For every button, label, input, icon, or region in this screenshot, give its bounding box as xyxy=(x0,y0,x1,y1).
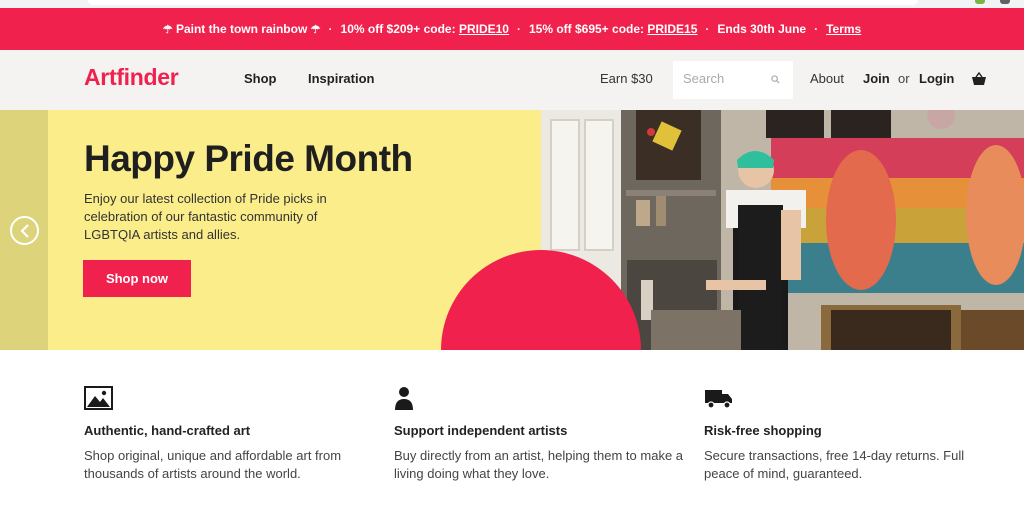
feature-text: Buy directly from an artist, helping the… xyxy=(394,448,684,481)
promo-rainbow-text: Paint the town rainbow xyxy=(175,22,308,36)
promo-separator: · xyxy=(814,22,819,36)
search-placeholder: Search xyxy=(683,71,725,86)
address-bar[interactable] xyxy=(88,0,918,5)
feature-text: Shop original, unique and affordable art… xyxy=(84,448,342,481)
feature-title: Risk-free shopping xyxy=(704,423,822,438)
truck-icon xyxy=(705,390,732,409)
promo-offer-1: 10% off $209+ code: PRIDE10 xyxy=(341,22,509,36)
artfinder-logo[interactable]: Artfinder xyxy=(84,64,179,91)
promo-offer-2: 15% off $695+ code: PRIDE15 xyxy=(529,22,697,36)
main-nav: Artfinder Shop Inspiration Earn $30 Sear… xyxy=(0,50,1024,110)
promo-ends: Ends 30th June xyxy=(717,22,807,36)
login-link[interactable]: Login xyxy=(919,71,954,86)
promo-terms-link[interactable]: Terms xyxy=(826,22,861,36)
image-icon xyxy=(84,386,113,410)
hero-banner: Happy Pride Month Enjoy our latest colle… xyxy=(0,110,1024,350)
or-text: or xyxy=(898,71,910,86)
about-link[interactable]: About xyxy=(810,71,844,86)
earn-link[interactable]: Earn $30 xyxy=(600,71,653,86)
promo-offer-1-prefix: 10% off $209+ code: xyxy=(340,22,456,36)
feature-title: Authentic, hand-crafted art xyxy=(84,423,251,438)
promo-code-pride15[interactable]: PRIDE15 xyxy=(647,22,697,36)
chevron-left-icon xyxy=(20,224,29,238)
feature-text: Secure transactions, free 14-day returns… xyxy=(704,448,965,481)
nav-link-inspiration[interactable]: Inspiration xyxy=(308,71,374,86)
join-link[interactable]: Join xyxy=(863,71,890,86)
basket-icon[interactable] xyxy=(971,72,987,86)
person-icon xyxy=(395,387,413,410)
promo-separator: · xyxy=(705,22,710,36)
promo-separator: · xyxy=(328,22,333,36)
promo-code-pride10[interactable]: PRIDE10 xyxy=(459,22,509,36)
search-input[interactable]: Search xyxy=(673,61,793,99)
promo-offer-2-prefix: 15% off $695+ code: xyxy=(528,22,645,36)
hero-title: Happy Pride Month xyxy=(84,138,413,179)
extension-icon[interactable] xyxy=(975,0,985,4)
nav-link-shop[interactable]: Shop xyxy=(244,71,277,86)
carousel-prev-button[interactable] xyxy=(10,216,39,245)
promo-rainbow: ☂ Paint the town rainbow ☂ xyxy=(163,22,321,36)
umbrella-icon: ☂ xyxy=(162,24,173,36)
promo-banner: ☂ Paint the town rainbow ☂ · 10% off $20… xyxy=(0,8,1024,50)
feature-title: Support independent artists xyxy=(394,423,568,438)
features-section: Authentic, hand-crafted art Shop origina… xyxy=(0,350,1024,512)
umbrella-icon: ☂ xyxy=(310,24,321,36)
shop-now-button[interactable]: Shop now xyxy=(83,260,191,297)
browser-chrome-strip xyxy=(0,0,1024,8)
promo-separator: · xyxy=(516,22,521,36)
menu-icon[interactable] xyxy=(1000,0,1010,4)
search-icon[interactable] xyxy=(771,75,780,84)
hero-description: Enjoy our latest collection of Pride pic… xyxy=(84,191,327,242)
